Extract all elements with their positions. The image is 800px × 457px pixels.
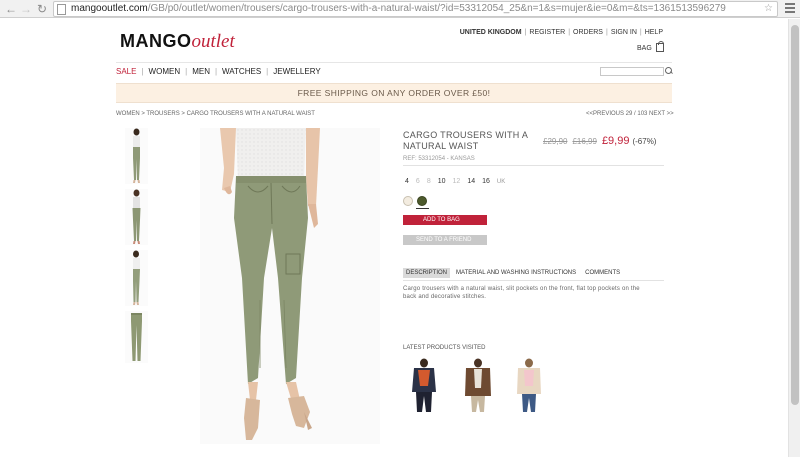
browser-menu-icon[interactable]: [785, 3, 795, 14]
latest-product-item[interactable]: [406, 358, 442, 416]
info-divider: [403, 165, 664, 166]
send-to-friend-button[interactable]: SEND TO A FRIEND: [403, 235, 487, 245]
bag-icon: [655, 41, 664, 52]
previous-price: £16,99: [572, 137, 597, 146]
logo-brand: MANGO: [120, 31, 192, 51]
product-reference: REF: 53312054 - KANSAS: [403, 156, 475, 162]
color-swatch-cream[interactable]: [403, 196, 413, 206]
product-thumbnail-front[interactable]: [125, 128, 148, 184]
tab-material[interactable]: MATERIAL AND WASHING INSTRUCTIONS: [453, 268, 579, 278]
size-option-16[interactable]: 16: [482, 178, 490, 185]
nav-item-sale[interactable]: SALE: [116, 67, 136, 76]
main-product-image[interactable]: [200, 128, 380, 444]
help-link[interactable]: HELP: [645, 29, 663, 36]
sign-in-link[interactable]: SIGN IN: [611, 29, 637, 36]
url-text[interactable]: mangooutlet.com/GB/p0/outlet/women/trous…: [71, 3, 726, 14]
nav-item-jewellery[interactable]: JEWELLERY: [273, 67, 320, 76]
size-option-14[interactable]: 14: [467, 178, 475, 185]
page-icon: [57, 4, 66, 15]
page-scrollbar[interactable]: [788, 19, 800, 457]
tab-description[interactable]: DESCRIPTION: [403, 268, 451, 278]
nav-item-watches[interactable]: WATCHES: [222, 67, 261, 76]
product-pager[interactable]: <<PREVIOUS 29 / 103 NEXT >>: [586, 111, 674, 117]
tabs-divider: [403, 280, 664, 281]
scrollbar-thumb[interactable]: [791, 25, 799, 405]
register-link[interactable]: REGISTER: [529, 29, 565, 36]
forward-arrow-icon[interactable]: →: [20, 2, 32, 16]
site-logo[interactable]: MANGOoutlet: [120, 31, 235, 53]
size-option-4[interactable]: 4: [405, 178, 409, 185]
size-selector: 4 6 8 10 12 14 16 UK: [405, 178, 512, 185]
product-description: Cargo trousers with a natural waist, sli…: [403, 286, 640, 300]
top-links: UNITED KINGDOM | REGISTER | ORDERS | SIGN IN | H…: [459, 29, 663, 36]
header-divider: [116, 62, 672, 63]
product-thumbnail-side[interactable]: [125, 250, 148, 306]
size-option-6: 6: [415, 178, 420, 185]
address-bar[interactable]: mangooutlet.com/GB/p0/outlet/women/trous…: [53, 1, 778, 17]
country-selector[interactable]: UNITED KINGDOM: [460, 29, 522, 36]
main-nav: SALE | WOMEN | MEN | WATCHES | JEWELLERY: [116, 67, 321, 76]
shopping-bag[interactable]: BAG: [637, 41, 664, 52]
sale-price: £9,99: [601, 135, 630, 147]
search-icon[interactable]: [664, 66, 673, 76]
breadcrumb[interactable]: WOMEN > TROUSERS > CARGO TROUSERS WITH A…: [116, 111, 315, 117]
color-swatch-khaki[interactable]: [417, 196, 427, 206]
browser-toolbar: ← → ↻ mangooutlet.com/GB/p0/outlet/women…: [0, 0, 800, 18]
orders-link[interactable]: ORDERS: [573, 29, 603, 36]
nav-item-women[interactable]: WOMEN: [149, 67, 181, 76]
latest-product-item[interactable]: [460, 358, 496, 416]
discount-badge: (-67%): [632, 137, 657, 146]
latest-product-item[interactable]: [511, 358, 547, 416]
original-price: £29,90: [543, 137, 568, 146]
size-option-12: 12: [452, 178, 461, 185]
nav-item-men[interactable]: MEN: [192, 67, 210, 76]
bag-label: BAG: [637, 45, 652, 52]
add-to-bag-button[interactable]: ADD TO BAG: [403, 215, 487, 225]
size-option-8: 8: [426, 178, 431, 185]
reload-icon[interactable]: ↻: [37, 2, 47, 16]
back-arrow-icon[interactable]: ←: [5, 2, 17, 16]
free-shipping-banner[interactable]: FREE SHIPPING ON ANY ORDER OVER £50!: [116, 83, 672, 103]
product-tabs: DESCRIPTION MATERIAL AND WASHING INSTRUCT…: [403, 268, 626, 278]
product-thumbnail-back[interactable]: [125, 189, 148, 245]
latest-products-title: LATEST PRODUCTS VISITED: [403, 345, 486, 351]
product-title: CARGO TROUSERS WITH A NATURAL WAIST: [403, 130, 528, 151]
logo-sub: outlet: [191, 31, 235, 52]
selected-color-indicator: [416, 208, 429, 209]
price-block: £29,90 £16,99 £9,99 (-67%): [543, 135, 656, 147]
size-option-10[interactable]: 10: [438, 178, 446, 185]
bookmark-star-icon[interactable]: ☆: [764, 3, 773, 14]
tab-comments[interactable]: COMMENTS: [582, 268, 623, 278]
size-unit: UK: [496, 179, 506, 185]
search-input[interactable]: [600, 67, 664, 76]
product-thumbnail-detail[interactable]: [125, 311, 148, 363]
